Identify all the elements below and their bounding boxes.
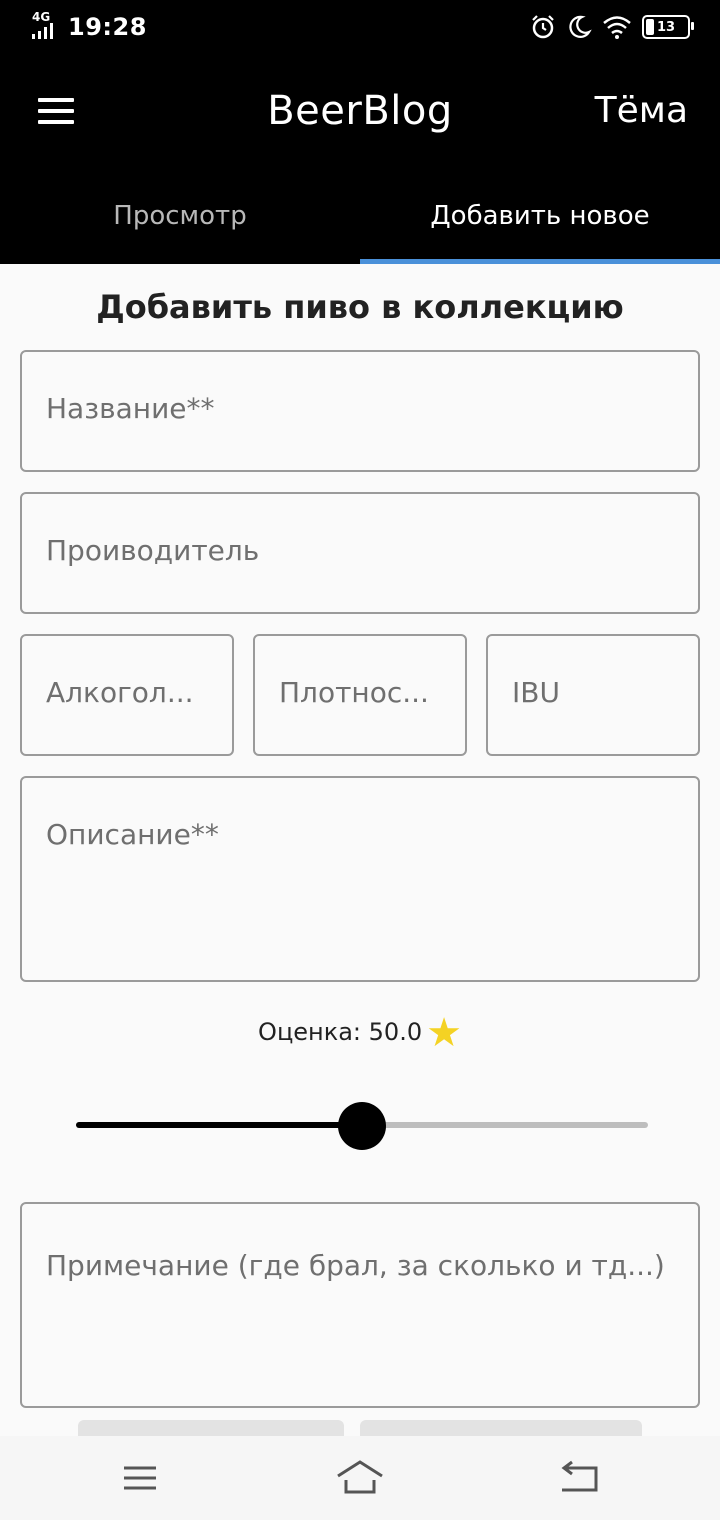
rating-label: Оценка: 50.0: [258, 1018, 423, 1046]
density-field[interactable]: Плотнос...: [253, 634, 467, 756]
alarm-icon: [532, 15, 554, 39]
ibu-placeholder: IBU: [512, 676, 560, 709]
app-bar: BeerBlog Тёма Просмотр Добавить новое: [0, 56, 720, 264]
moon-icon: [569, 15, 592, 38]
name-field[interactable]: Название**: [20, 350, 700, 472]
name-placeholder: Название**: [46, 392, 215, 425]
theme-button[interactable]: Тёма: [595, 90, 688, 131]
rating-display: Оценка: 50.0 ★: [0, 1010, 720, 1056]
ibu-field[interactable]: IBU: [486, 634, 700, 756]
tab-view[interactable]: Просмотр: [0, 186, 360, 264]
producer-placeholder: Проиводитель: [46, 534, 260, 567]
slider-fill: [76, 1122, 362, 1128]
form-title: Добавить пиво в коллекцию: [96, 288, 624, 326]
battery-icon: 13: [642, 15, 694, 39]
add-beer-form: Добавить пиво в коллекцию: [0, 264, 720, 326]
home-icon[interactable]: [330, 1458, 390, 1498]
wifi-icon: [603, 16, 631, 39]
description-field[interactable]: Описание**: [20, 776, 700, 982]
tab-add-new[interactable]: Добавить новое: [360, 186, 720, 264]
note-field[interactable]: Примечание (где брал, за сколько и тд...…: [20, 1202, 700, 1408]
signal-icon: 4G: [30, 10, 62, 42]
star-icon: ★: [426, 1010, 462, 1056]
system-nav-bar: [0, 1436, 720, 1520]
note-placeholder: Примечание (где брал, за сколько и тд...…: [46, 1249, 665, 1282]
tab-bar: Просмотр Добавить новое: [0, 186, 720, 264]
back-icon[interactable]: [550, 1458, 610, 1498]
description-placeholder: Описание**: [46, 818, 219, 851]
density-placeholder: Плотнос...: [279, 676, 429, 709]
alcohol-field[interactable]: Алкогол...: [20, 634, 234, 756]
status-bar: 4G 19:28 13: [0, 0, 720, 56]
status-time: 19:28: [68, 13, 147, 41]
producer-field[interactable]: Проиводитель: [20, 492, 700, 614]
alcohol-placeholder: Алкогол...: [46, 676, 194, 709]
recent-apps-icon[interactable]: [110, 1458, 170, 1498]
slider-thumb[interactable]: [338, 1102, 386, 1150]
rating-slider[interactable]: [76, 1102, 648, 1150]
battery-level: 13: [656, 19, 676, 35]
